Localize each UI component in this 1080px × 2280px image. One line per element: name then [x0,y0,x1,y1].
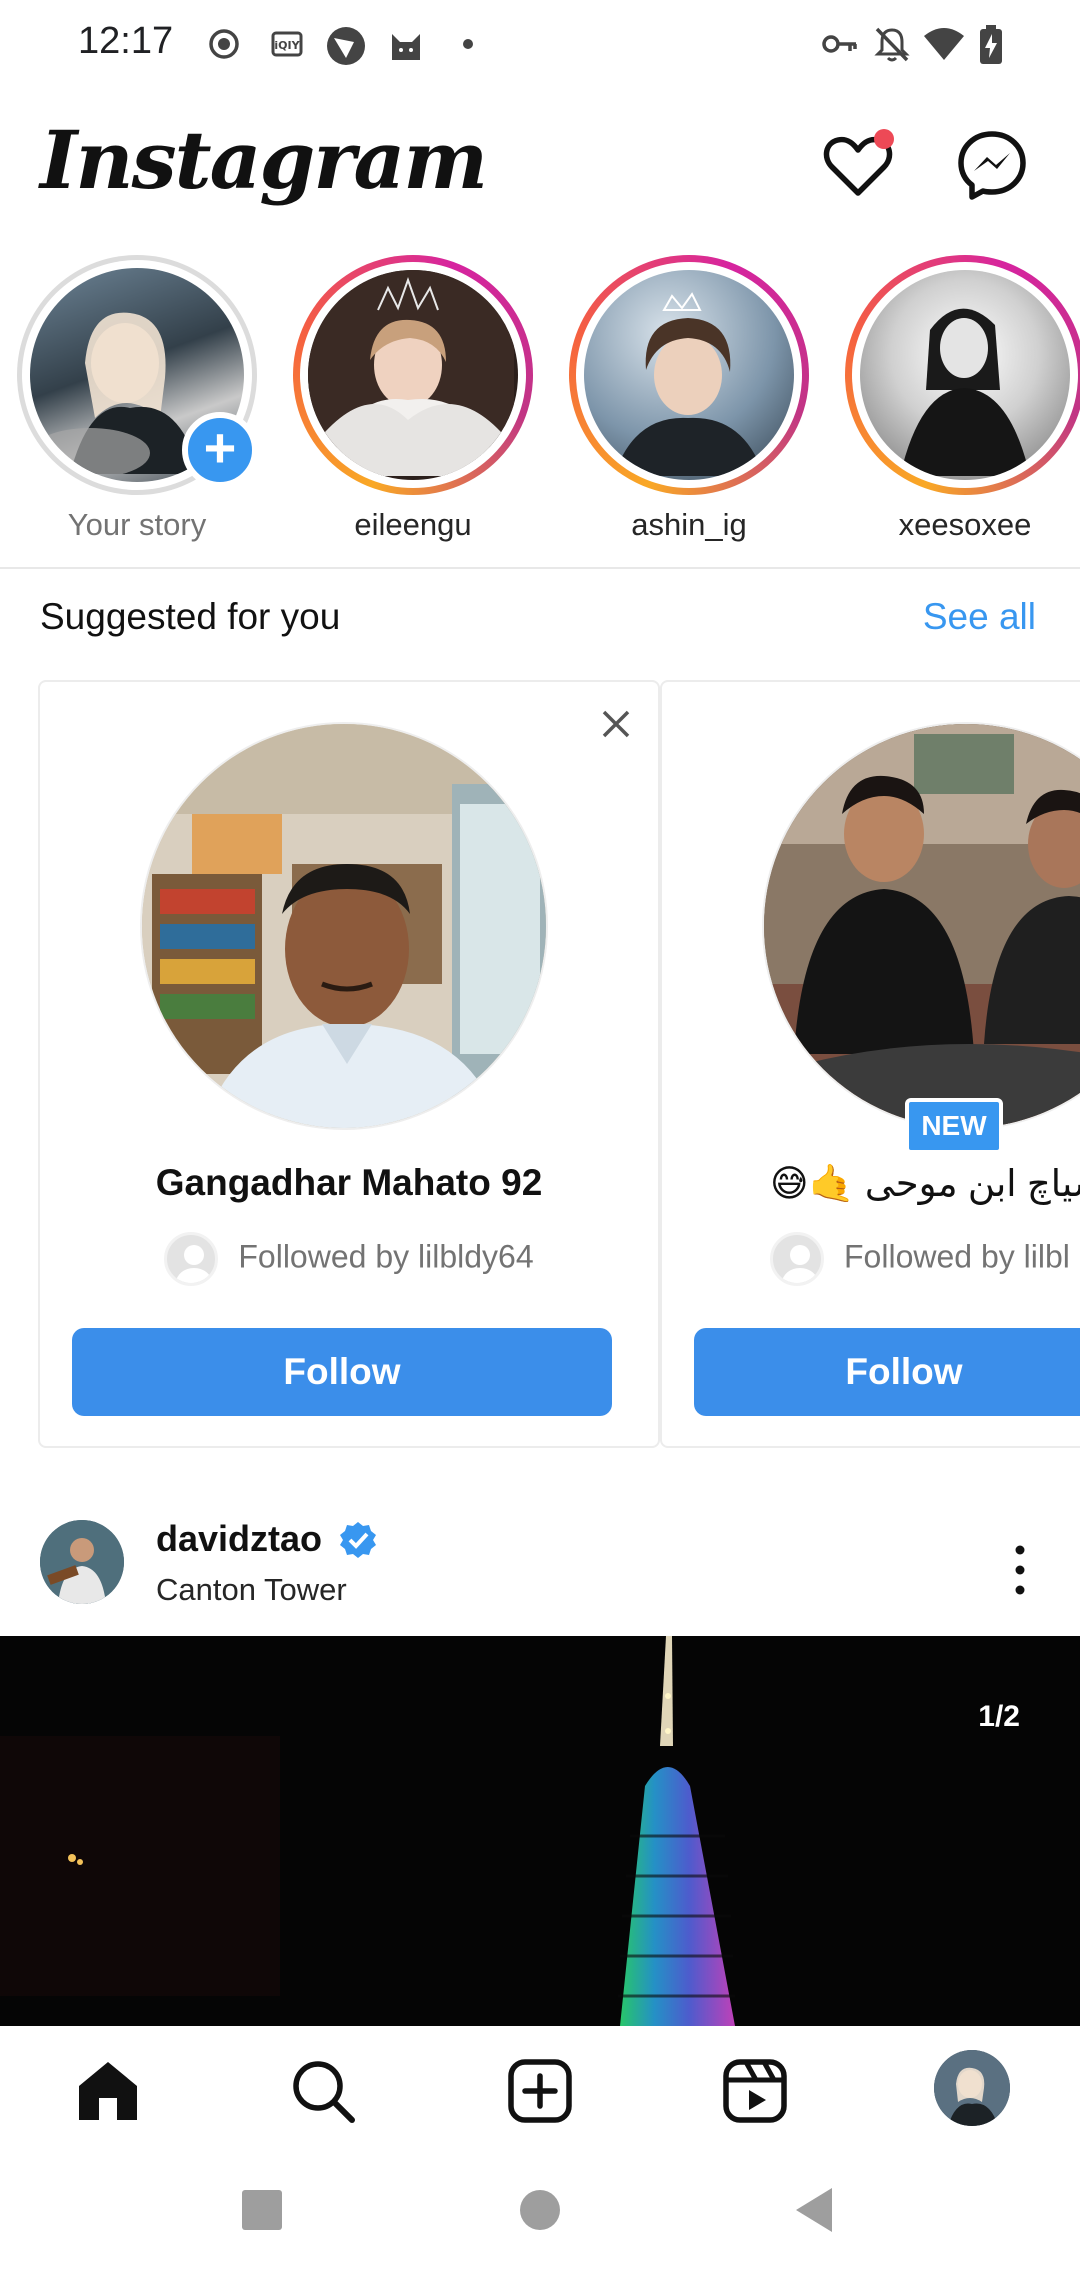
canton-tower-photo [0,1636,1080,2026]
add-story-button[interactable]: + [182,412,258,488]
story-avatar [308,270,518,480]
followed-by-text: Followed by lilbl [844,1238,1070,1275]
post-location[interactable]: Canton Tower [156,1572,347,1608]
story-ring [569,255,809,495]
story-ring [293,255,533,495]
suggested-name: Gangadhar Mahato 92 [155,1162,543,1203]
story-eileengu[interactable]: eileengu [288,250,538,550]
bottom-navigation [0,2026,1080,2146]
story-avatar [584,270,794,480]
home-icon[interactable] [73,2056,143,2126]
story-name: xeesoxee [898,507,1032,542]
mutual-avatar [164,1232,219,1286]
suggested-avatar[interactable] [140,722,548,1130]
notification-dot [874,129,894,149]
status-bar: 12:17 iQIY [0,0,1080,90]
back-button[interactable] [792,2186,836,2234]
notifications-off-icon [874,27,910,62]
story-xeesoxee[interactable]: xeesoxee [840,250,1080,550]
mutual-avatar [770,1232,824,1286]
media-page-counter: 1/2 [978,1700,1020,1733]
more-options-icon[interactable] [1000,1540,1040,1600]
iqiyi-icon: iQIY [271,31,303,57]
followed-by-text: Followed by lilbldy64 [238,1238,534,1275]
verified-badge-icon [340,1522,376,1558]
browser-icon [327,27,365,65]
record-icon [209,29,239,59]
messenger-icon[interactable] [952,125,1032,205]
followed-by: Followed by lilbldy64 [40,1232,658,1286]
post-header: davidztao Canton Tower [0,1500,1080,1635]
story-ring [845,255,1080,495]
followed-by: Followed by lilbl [770,1232,1080,1286]
suggested-avatar[interactable] [762,722,1080,1130]
reels-icon[interactable] [720,2056,790,2126]
svg-text:iQIY: iQIY [274,39,300,52]
suggested-title: Suggested for you [40,596,341,637]
suggested-card[interactable]: NEW شیاچ ابن موحی 🤙😅 Followed by lilbl F… [660,680,1080,1448]
post-image[interactable]: 1/2 [0,1636,1080,2026]
follow-button[interactable]: Follow [694,1328,1080,1416]
story-ashin_ig[interactable]: ashin_ig [564,250,814,550]
new-badge: NEW [905,1098,1003,1154]
close-icon[interactable] [596,704,636,744]
battery-charging-icon [980,25,1002,64]
search-icon[interactable] [288,2056,358,2126]
suggested-name: شیاچ ابن موحی 🤙😅 [770,1163,1080,1204]
home-button[interactable] [518,2188,562,2232]
wifi-icon [924,28,964,60]
app-header: Instagram [0,95,1080,245]
cat-icon [392,34,420,60]
recents-button[interactable] [240,2188,284,2232]
stories-tray: + Your story eileengu ashin_ig xeesoxee [0,250,1080,565]
instagram-logo[interactable]: Instagram [40,113,488,207]
section-divider [0,567,1080,569]
post-username[interactable]: davidztao [156,1518,322,1560]
follow-button[interactable]: Follow [72,1328,612,1416]
story-avatar [860,270,1070,480]
story-name: Your story [67,507,207,542]
post-avatar[interactable] [40,1520,124,1604]
story-name: eileengu [354,507,472,542]
story-name: ashin_ig [631,507,747,542]
system-navigation-bar [0,2146,1080,2280]
dot-icon [463,39,473,49]
status-time: 12:17 [78,20,174,62]
vpn-key-icon [822,35,857,53]
story-your-story[interactable]: + Your story [12,250,262,550]
profile-avatar[interactable] [934,2050,1010,2126]
suggested-card[interactable]: Gangadhar Mahato 92 Followed by lilbldy6… [38,680,660,1448]
heart-icon[interactable] [818,125,898,205]
see-all-link[interactable]: See all [923,596,1036,638]
create-icon[interactable] [505,2056,575,2126]
